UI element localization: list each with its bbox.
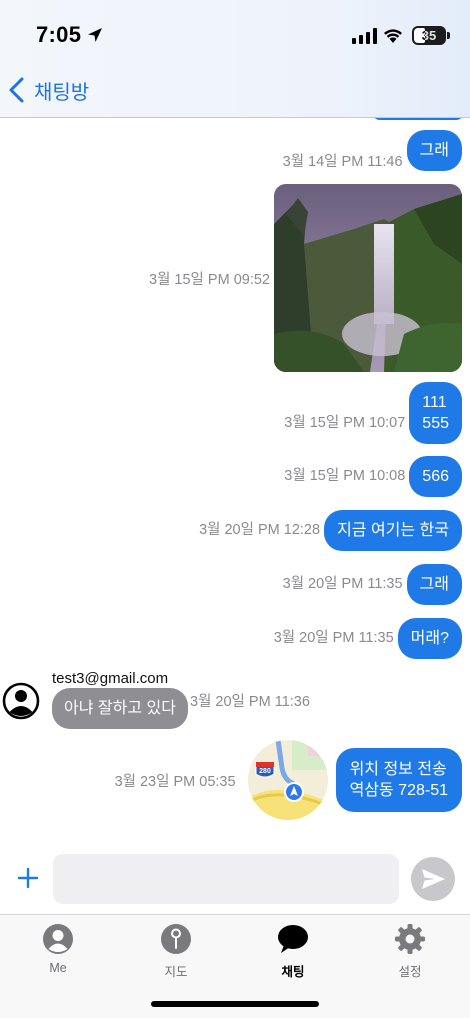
sender-name: test3@gmail.com — [52, 670, 169, 687]
status-bar: 7:05 35 — [0, 0, 470, 62]
home-indicator — [151, 1001, 319, 1007]
location-message-title: 위치 정보 전송 — [349, 761, 447, 778]
location-message-bubble[interactable]: 위치 정보 전송 역삼동 728-51 — [335, 748, 462, 812]
chat-message-list[interactable]: 3월 14일 PM 11:46 그래 3월 15일 PM 09:52 3월 15… — [0, 118, 470, 840]
message-timestamp: 3월 23일 PM 05:35 — [114, 773, 236, 790]
tab-label: 채팅 — [281, 965, 305, 979]
outgoing-message-bubble[interactable]: 지금 여기는 한국 — [324, 510, 462, 551]
tab-label: Me — [49, 961, 67, 975]
tab-settings[interactable]: 설정 — [370, 923, 450, 980]
message-input-bar — [0, 840, 470, 914]
map-thumbnail[interactable]: 280 — [247, 740, 328, 820]
map-preview-icon: 280 — [247, 740, 328, 820]
waterfall-photo[interactable] — [274, 184, 462, 372]
outgoing-message-bubble[interactable]: 그래 — [406, 564, 462, 605]
message-row: 3월 15일 PM 09:52 — [149, 184, 462, 372]
message-row: 3월 20일 PM 12:28 지금 여기는 한국 — [199, 510, 462, 551]
message-timestamp: 3월 20일 PM 11:35 — [273, 630, 394, 646]
back-button[interactable]: 채팅방 — [8, 74, 89, 106]
message-row: 3월 14일 PM 11:46 그래 — [283, 130, 462, 171]
outgoing-message-bubble[interactable]: 그래 — [406, 130, 462, 171]
message-timestamp: 3월 20일 PM 11:35 — [282, 576, 403, 592]
outgoing-message-bubble[interactable]: 111 555 — [409, 382, 462, 444]
navigation-bar: 채팅방 — [0, 62, 470, 118]
partial-message-bubble — [372, 118, 464, 120]
waterfall-image — [274, 184, 462, 372]
message-row: 3월 15일 PM 10:08 566 — [284, 456, 462, 497]
tab-label: 설정 — [398, 965, 422, 979]
map-pin-icon — [161, 924, 191, 954]
incoming-message: test3@gmail.com 아냐 잘하고 있다 3월 20일 PM 11:3… — [2, 670, 362, 734]
location-message-address: 역삼동 728-51 — [349, 782, 448, 799]
tab-map[interactable]: 지도 — [136, 923, 216, 980]
message-row: 3월 20일 PM 11:35 머래? — [274, 618, 462, 659]
tab-chat[interactable]: 채팅 — [253, 923, 333, 980]
chat-bubble-icon — [278, 925, 308, 953]
message-row: 3월 20일 PM 11:35 그래 — [283, 564, 462, 605]
outgoing-message-bubble[interactable]: 566 — [409, 456, 462, 497]
message-input[interactable] — [53, 854, 399, 904]
message-timestamp: 3월 15일 PM 10:08 — [284, 468, 406, 484]
battery-tip — [447, 32, 450, 39]
message-timestamp: 3월 20일 PM 12:28 — [199, 522, 321, 538]
status-time: 7:05 — [36, 22, 82, 47]
message-timestamp: 3월 15일 PM 09:52 — [149, 271, 270, 288]
highway-shield-number: 280 — [259, 768, 271, 775]
add-attachment-button[interactable] — [14, 864, 42, 892]
back-button-label: 채팅방 — [34, 81, 90, 104]
message-timestamp: 3월 15일 PM 10:07 — [284, 415, 406, 431]
battery-icon: 35 — [412, 26, 446, 45]
message-timestamp: 3월 14일 PM 11:46 — [282, 154, 403, 170]
gear-icon — [395, 924, 425, 954]
location-arrow-icon — [88, 28, 102, 42]
send-button[interactable] — [411, 857, 455, 901]
cellular-signal-icon — [352, 28, 377, 44]
avatar-icon[interactable] — [2, 682, 40, 720]
location-message-row: 3월 23일 PM 05:35 280 위치 정보 전송 역삼동 728-51 — [115, 740, 462, 820]
wifi-icon — [384, 29, 402, 43]
person-icon — [43, 924, 73, 954]
chevron-left-icon — [9, 77, 24, 103]
battery-level: 35 — [421, 28, 437, 43]
tab-label: 지도 — [164, 965, 188, 979]
outgoing-message-bubble[interactable]: 머래? — [397, 618, 462, 659]
message-timestamp: 3월 20일 PM 11:36 — [190, 694, 310, 710]
incoming-message-bubble[interactable]: 아냐 잘하고 있다 — [52, 688, 188, 729]
paper-plane-icon — [422, 869, 445, 889]
tab-me[interactable]: Me — [18, 923, 98, 975]
message-row: 3월 15일 PM 10:07 111 555 — [284, 382, 462, 444]
